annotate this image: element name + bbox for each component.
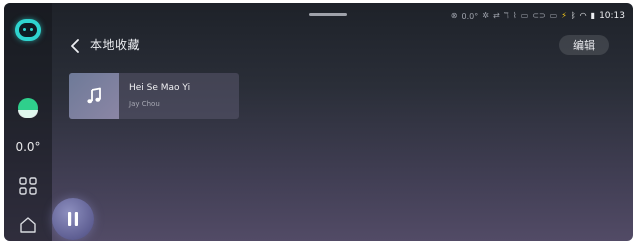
music-note-icon [87,87,101,104]
back-button[interactable] [62,34,88,58]
status-temperature: 0.0° [461,11,479,21]
fan-icon: ✲ [482,11,489,20]
seat-icon: ℸ [503,11,509,20]
usb-icon: ⚡ [561,11,567,20]
drag-handle[interactable] [309,13,347,16]
screen: 0.0° ⊗ 0.0° ✲ ⇄ ℸ ⌇ ▭ ⊂⊃ ▭ ⚡ ᛒ ◠ ▮ 10:13… [4,3,633,241]
signal-icon: ▮ [590,11,596,20]
car-icon: ⊂⊃ [532,11,546,20]
wifi-icon: ◠ [579,11,587,20]
song-artist: Jay Chou [129,100,160,108]
seat-heat-icon: ⌇ [512,11,517,20]
voice-assistant-icon[interactable] [4,15,52,45]
status-bar: ⊗ 0.0° ✲ ⇄ ℸ ⌇ ▭ ⊂⊃ ▭ ⚡ ᛒ ◠ ▮ 10:13 [451,9,625,23]
edit-button[interactable]: 编辑 [559,35,609,55]
temperature-readout[interactable]: 0.0° [4,137,52,157]
android-icon[interactable] [4,95,52,121]
assistant-eye-left [23,28,26,31]
battery-icon: ▭ [549,11,558,20]
home-icon[interactable] [4,213,52,237]
temperature-icon: ⊗ [450,11,458,20]
android-head [18,98,38,118]
pause-button[interactable] [52,198,94,240]
pause-icon [68,212,78,226]
assistant-bubble [15,19,41,41]
page-title: 本地收藏 [90,38,141,52]
song-card[interactable]: Hei Se Mao Yi Jay Chou [69,73,239,119]
apps-grid-icon[interactable] [4,175,52,197]
bluetooth-icon: ᛒ [570,11,576,20]
window-icon: ▭ [520,11,529,20]
status-clock: 10:13 [599,11,625,21]
assistant-eye-right [30,28,33,31]
chevron-left-icon [71,39,79,53]
side-rail: 0.0° [4,3,52,241]
song-title: Hei Se Mao Yi [129,83,191,93]
song-cover [69,73,119,119]
sync-icon: ⇄ [492,11,500,20]
